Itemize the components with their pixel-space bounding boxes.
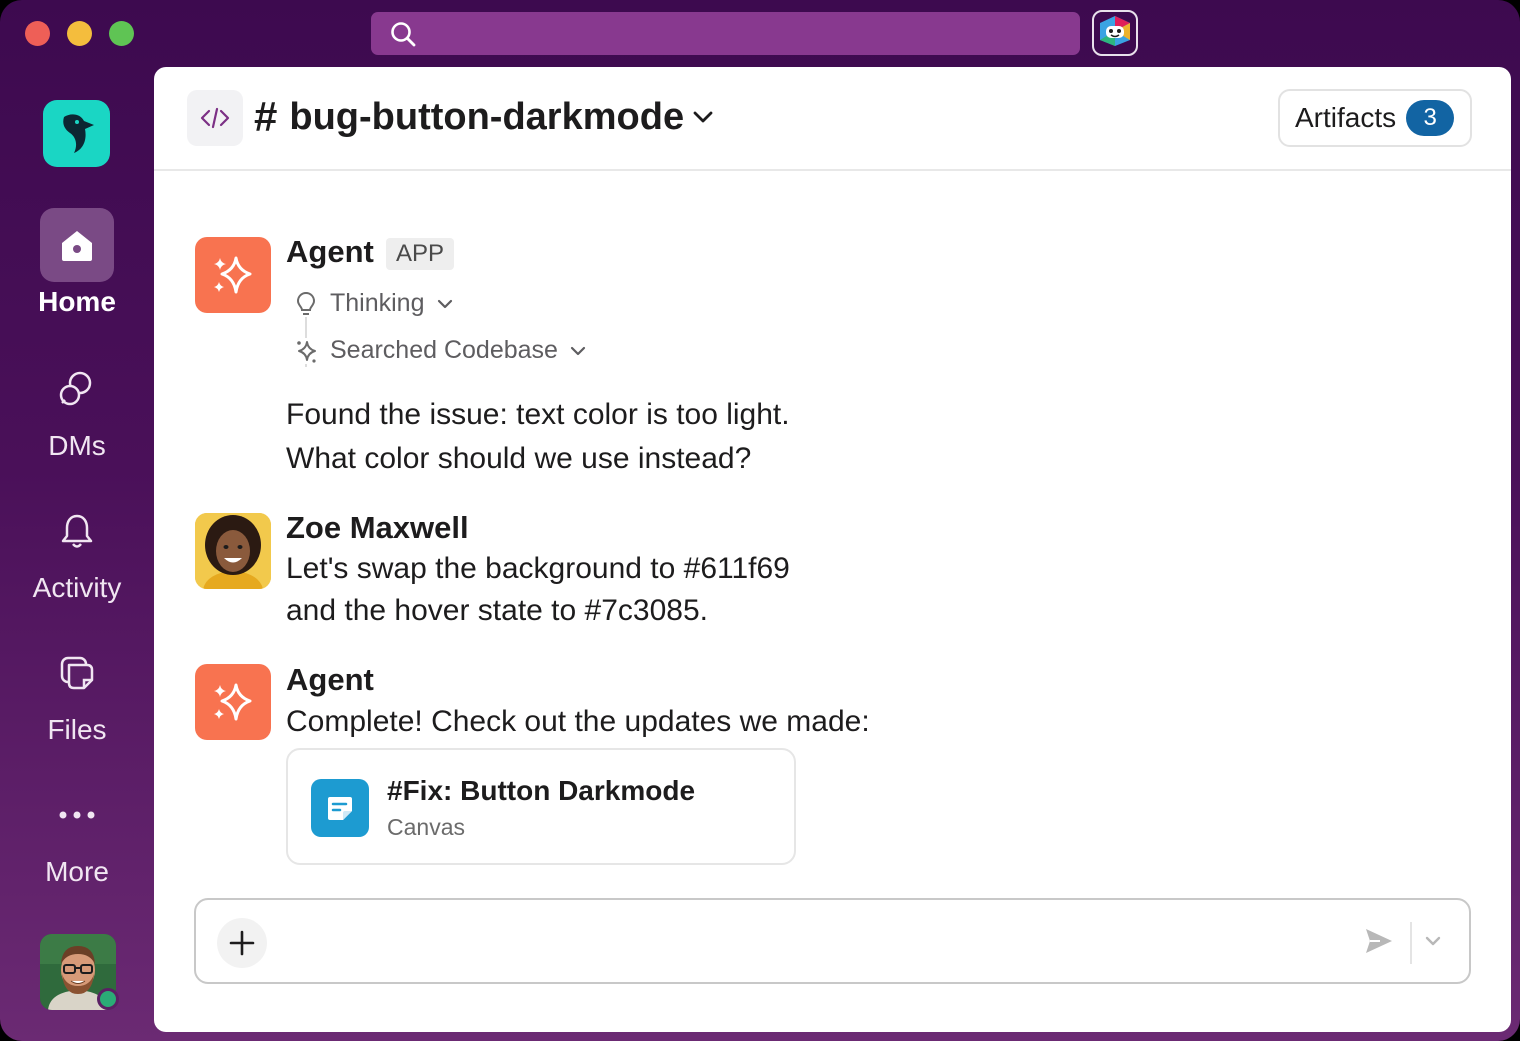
sparkle-icon	[294, 337, 318, 364]
sidebar-item-dms[interactable]: DMs	[0, 352, 154, 462]
dms-icon	[59, 371, 92, 406]
code-icon[interactable]	[187, 90, 243, 146]
step-label: Searched Codebase	[330, 336, 558, 364]
search-icon	[389, 20, 417, 53]
searched-codebase-step[interactable]: Searched Codebase	[294, 336, 586, 365]
message-input[interactable]	[286, 920, 1346, 964]
sidebar-item-label: Home	[38, 286, 116, 317]
composer-divider	[1410, 922, 1412, 964]
message-text: Let's swap the background to #611f69	[286, 552, 790, 585]
chevron-down-icon	[1425, 936, 1441, 946]
channel-header: # bug-button-darkmode Artifacts 3	[154, 67, 1511, 171]
sparkle-icon	[214, 683, 252, 721]
canvas-type: Canvas	[387, 814, 465, 840]
bird-icon	[62, 113, 94, 153]
channel-hash: #	[254, 93, 278, 140]
minimize-window-button[interactable]	[67, 21, 92, 46]
add-attachment-button[interactable]	[217, 918, 267, 968]
lightbulb-icon	[296, 291, 316, 315]
search-bar[interactable]	[371, 12, 1080, 55]
agent-avatar[interactable]	[195, 664, 271, 740]
message-sender[interactable]: Agent	[286, 234, 374, 270]
workspace-logo[interactable]	[43, 100, 110, 167]
ai-assistant-button[interactable]	[1092, 10, 1138, 56]
channel-view: # bug-button-darkmode Artifacts 3 Agent …	[154, 67, 1511, 1032]
message-sender[interactable]: Zoe Maxwell	[286, 510, 469, 546]
sidebar-item-home[interactable]: Home	[0, 208, 154, 318]
chevron-down-icon	[693, 111, 713, 123]
close-window-button[interactable]	[25, 21, 50, 46]
sidebar-item-label: Activity	[32, 572, 122, 603]
plus-icon	[229, 930, 255, 956]
more-icon	[59, 811, 95, 819]
message-composer	[194, 898, 1471, 984]
canvas-title: #Fix: Button Darkmode	[387, 775, 696, 806]
message-text: Complete! Check out the updates we made:	[286, 705, 870, 738]
canvas-icon	[311, 779, 369, 837]
message-text: What color should we use instead?	[286, 442, 752, 475]
canvas-attachment[interactable]: #Fix: Button Darkmode Canvas	[286, 748, 796, 865]
thinking-step[interactable]: Thinking	[294, 289, 453, 318]
artifacts-label: Artifacts	[1295, 102, 1397, 133]
channel-title-button[interactable]: # bug-button-darkmode	[254, 93, 714, 141]
sidebar-item-more[interactable]: More	[0, 778, 154, 888]
home-icon	[62, 231, 92, 261]
sidebar-item-label: DMs	[48, 430, 106, 461]
sidebar-item-files[interactable]: Files	[0, 636, 154, 746]
message-text: Found the issue: text color is too light…	[286, 398, 790, 431]
artifacts-count-badge: 3	[1406, 100, 1455, 136]
send-button[interactable]	[1364, 926, 1394, 961]
zoe-maxwell-avatar[interactable]	[195, 513, 271, 589]
step-label: Thinking	[330, 289, 425, 317]
artifacts-button[interactable]: Artifacts 3	[1278, 89, 1472, 147]
sparkle-icon	[214, 256, 252, 294]
send-icon	[1366, 929, 1392, 953]
app-window: Home DMs Activity Files More # bug-butto…	[0, 0, 1520, 1041]
sidebar-item-label: More	[45, 856, 109, 887]
ai-logo-icon	[1097, 13, 1133, 54]
app-tag: APP	[386, 238, 455, 270]
maximize-window-button[interactable]	[109, 21, 134, 46]
send-options-button[interactable]	[1424, 934, 1442, 952]
agent-avatar[interactable]	[195, 237, 271, 313]
online-status-indicator	[97, 988, 119, 1010]
files-icon	[60, 656, 94, 690]
chevron-down-icon	[437, 299, 452, 308]
sidebar-item-activity[interactable]: Activity	[0, 494, 154, 604]
channel-name: bug-button-darkmode	[289, 95, 685, 138]
chevron-down-icon	[570, 346, 586, 355]
message-sender[interactable]: Agent	[286, 662, 374, 698]
sidebar-item-label: Files	[47, 714, 107, 745]
message-text: and the hover state to #7c3085.	[286, 594, 708, 627]
bell-icon	[61, 514, 93, 548]
